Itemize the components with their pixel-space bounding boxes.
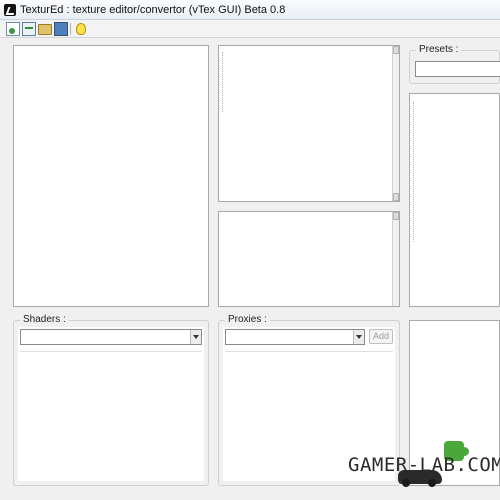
presets-label: Presets : <box>416 44 462 55</box>
presets-dropdown[interactable] <box>415 61 500 77</box>
shaders-dropdown[interactable] <box>20 329 202 345</box>
dotted-guide <box>222 52 223 112</box>
scrollbar-bottom[interactable] <box>392 212 399 306</box>
monitor-icon[interactable] <box>54 22 68 36</box>
shaders-label: Shaders : <box>20 314 69 325</box>
folder-icon[interactable] <box>38 24 52 35</box>
dotted-guide <box>413 102 414 242</box>
app-icon <box>4 4 16 16</box>
presets-list-panel[interactable] <box>409 93 500 307</box>
divider <box>20 351 202 352</box>
presets-group: Presets : <box>409 44 500 84</box>
window-title: TexturEd : texture editor/convertor (vTe… <box>20 4 286 16</box>
scroll-up-arrow[interactable] <box>393 212 399 220</box>
info-panel-bottom[interactable] <box>218 211 400 307</box>
title-bar: TexturEd : texture editor/convertor (vTe… <box>0 0 500 20</box>
scroll-up-arrow[interactable] <box>393 46 399 54</box>
add-proxy-button[interactable]: Add <box>369 329 393 344</box>
open-file-icon[interactable] <box>22 22 36 36</box>
toolbar-separator <box>70 23 71 35</box>
shaders-group: Shaders : <box>13 314 209 486</box>
chevron-down-icon[interactable] <box>353 330 364 344</box>
new-file-icon[interactable] <box>6 22 20 36</box>
toolbar <box>0 20 500 38</box>
texture-preview-panel <box>13 45 209 307</box>
chevron-down-icon[interactable] <box>190 330 201 344</box>
scroll-down-arrow[interactable] <box>393 193 399 201</box>
info-panel-top[interactable] <box>218 45 400 202</box>
proxies-dropdown[interactable] <box>225 329 365 345</box>
watermark-text: GAMER-LAB.COM <box>348 454 500 476</box>
divider <box>225 351 393 352</box>
scrollbar-top[interactable] <box>392 46 399 201</box>
lightbulb-icon[interactable] <box>76 23 86 35</box>
proxies-label: Proxies : <box>225 314 270 325</box>
